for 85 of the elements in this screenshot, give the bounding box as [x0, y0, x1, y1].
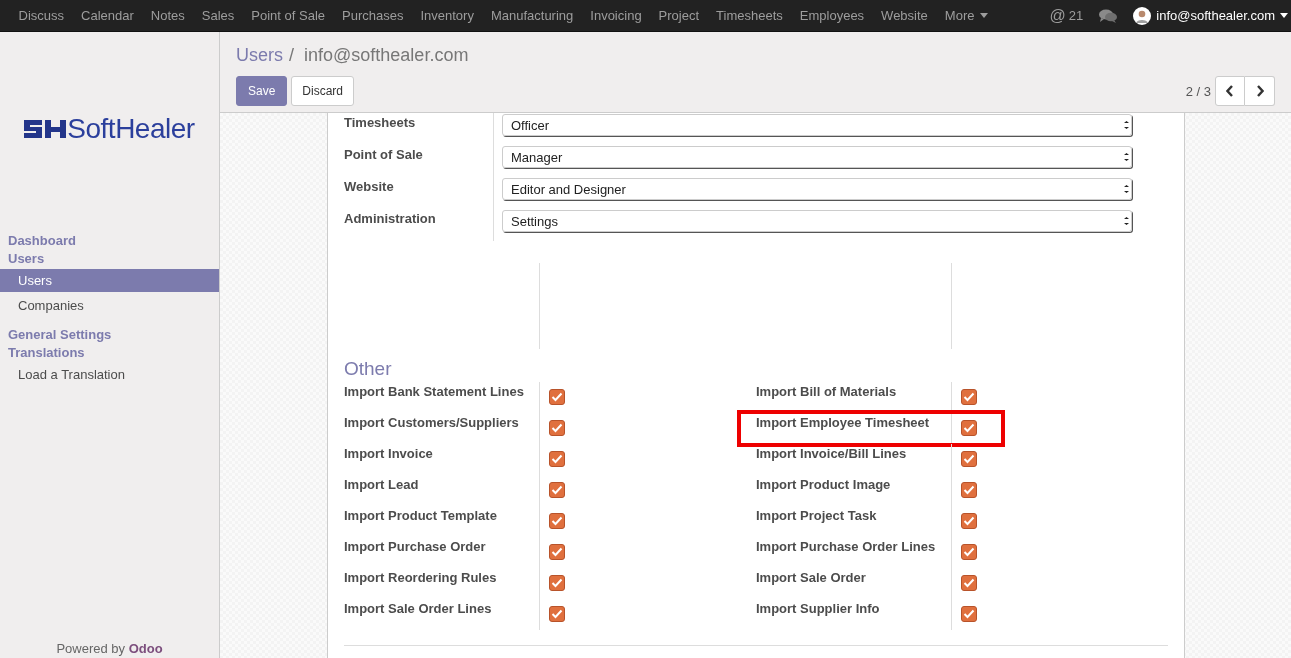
app-menu-item[interactable]: Notes: [142, 8, 194, 23]
select-field[interactable]: Manager: [502, 146, 1132, 168]
checkbox-label: Import Project Task: [756, 507, 878, 525]
app-menu-item[interactable]: Timesheets: [707, 8, 792, 23]
checkbox-label: Import Employee Timesheet: [756, 414, 931, 432]
checkbox-label: Import Bank Statement Lines: [344, 383, 525, 401]
discard-button[interactable]: Discard: [291, 76, 355, 106]
user-menu[interactable]: info@softhealer.com: [1133, 6, 1291, 25]
more-menu[interactable]: More: [936, 8, 997, 23]
next-button[interactable]: [1245, 76, 1275, 106]
checkbox[interactable]: [549, 451, 565, 467]
save-button[interactable]: Save: [236, 76, 288, 106]
app-menu-item[interactable]: Discuss: [10, 8, 73, 23]
previous-button[interactable]: [1215, 76, 1245, 106]
checkbox[interactable]: [961, 544, 977, 560]
app-menu-item[interactable]: Invoicing: [581, 8, 651, 23]
select-field[interactable]: Editor and Designer: [502, 178, 1132, 200]
checkbox-label: Import Reordering Rules: [344, 569, 498, 587]
select-field[interactable]: Officer: [502, 114, 1132, 136]
checkbox-label: Import Customers/Suppliers: [344, 414, 520, 432]
checkbox-label: Import Invoice: [344, 445, 434, 463]
caret-icon: [980, 13, 989, 18]
powered-by-text: Powered by Odoo: [55, 641, 164, 658]
select-field[interactable]: Settings: [502, 210, 1132, 232]
checkbox-label: Import Bill of Materials: [756, 383, 898, 401]
app-menu-item[interactable]: Calendar: [72, 8, 143, 23]
dropdown-arrow-icon: [1124, 153, 1129, 161]
mentions-button[interactable]: @ 21: [1049, 6, 1084, 25]
checkbox-label: Import Supplier Info: [756, 600, 881, 618]
app-menu-item[interactable]: Point of Sale: [242, 8, 334, 23]
sidebar-section[interactable]: Users: [0, 250, 219, 268]
checkbox[interactable]: [961, 451, 977, 467]
checkbox[interactable]: [961, 575, 977, 591]
app-menu-item[interactable]: Website: [872, 8, 937, 23]
sidebar-section[interactable]: General Settings: [0, 326, 219, 344]
checkbox[interactable]: [549, 482, 565, 498]
checkbox[interactable]: [961, 513, 977, 529]
checkbox-label: Import Purchase Order Lines: [756, 538, 937, 556]
odoo-link[interactable]: Odoo: [128, 641, 163, 656]
sidebar-section[interactable]: Dashboard: [0, 232, 219, 250]
avatar-icon: [1133, 6, 1152, 25]
checkbox[interactable]: [549, 544, 565, 560]
app-menu-item[interactable]: Employees: [791, 8, 873, 23]
app-menu-item[interactable]: Inventory: [411, 8, 483, 23]
breadcrumb-current: info@softhealer.com: [304, 44, 469, 67]
field-label: Website: [344, 177, 494, 209]
sidebar-section[interactable]: Translations: [0, 344, 219, 362]
checkbox[interactable]: [549, 420, 565, 436]
breadcrumb-separator: /: [289, 44, 295, 67]
checkbox-label: Import Invoice/Bill Lines: [756, 445, 908, 463]
checkbox-label: Import Sale Order Lines: [344, 600, 493, 618]
field-label: Administration: [344, 209, 494, 241]
chevron-right-icon: [1255, 85, 1264, 97]
checkbox[interactable]: [549, 575, 565, 591]
chevron-left-icon: [1226, 85, 1234, 97]
checkbox-label: Import Product Image: [756, 476, 892, 494]
field-label: Point of Sale: [344, 145, 494, 177]
checkbox-label: Import Purchase Order: [344, 538, 487, 556]
checkbox[interactable]: [961, 389, 977, 405]
app-menu-item[interactable]: Purchases: [333, 8, 412, 23]
section-heading: Other: [344, 358, 393, 380]
dropdown-arrow-icon: [1124, 217, 1129, 225]
checkbox[interactable]: [961, 482, 977, 498]
app-menu-item[interactable]: Manufacturing: [482, 8, 582, 23]
checkbox-label: Import Sale Order: [756, 569, 867, 587]
company-logo: SoftHealer: [0, 114, 219, 144]
dropdown-arrow-icon: [1124, 185, 1129, 193]
breadcrumb-link[interactable]: Users: [236, 42, 283, 68]
dropdown-arrow-icon: [1124, 121, 1129, 129]
sidebar-item[interactable]: Load a Translation: [0, 363, 219, 386]
checkbox[interactable]: [549, 513, 565, 529]
chat-icon[interactable]: [1099, 8, 1118, 23]
checkbox[interactable]: [961, 606, 977, 622]
app-menu-item[interactable]: Project: [650, 8, 708, 23]
caret-icon: [1280, 13, 1288, 18]
checkbox-label: Import Lead: [344, 476, 420, 494]
pager-counter: 2 / 3: [1185, 83, 1211, 99]
checkbox[interactable]: [961, 420, 977, 436]
field-label: Timesheets: [344, 113, 494, 145]
sidebar-item[interactable]: Companies: [0, 294, 219, 317]
checkbox-label: Import Product Template: [344, 507, 498, 525]
checkbox[interactable]: [549, 389, 565, 405]
checkbox[interactable]: [549, 606, 565, 622]
sidebar-item[interactable]: Users: [0, 269, 219, 292]
app-menu-item[interactable]: Sales: [193, 8, 243, 23]
